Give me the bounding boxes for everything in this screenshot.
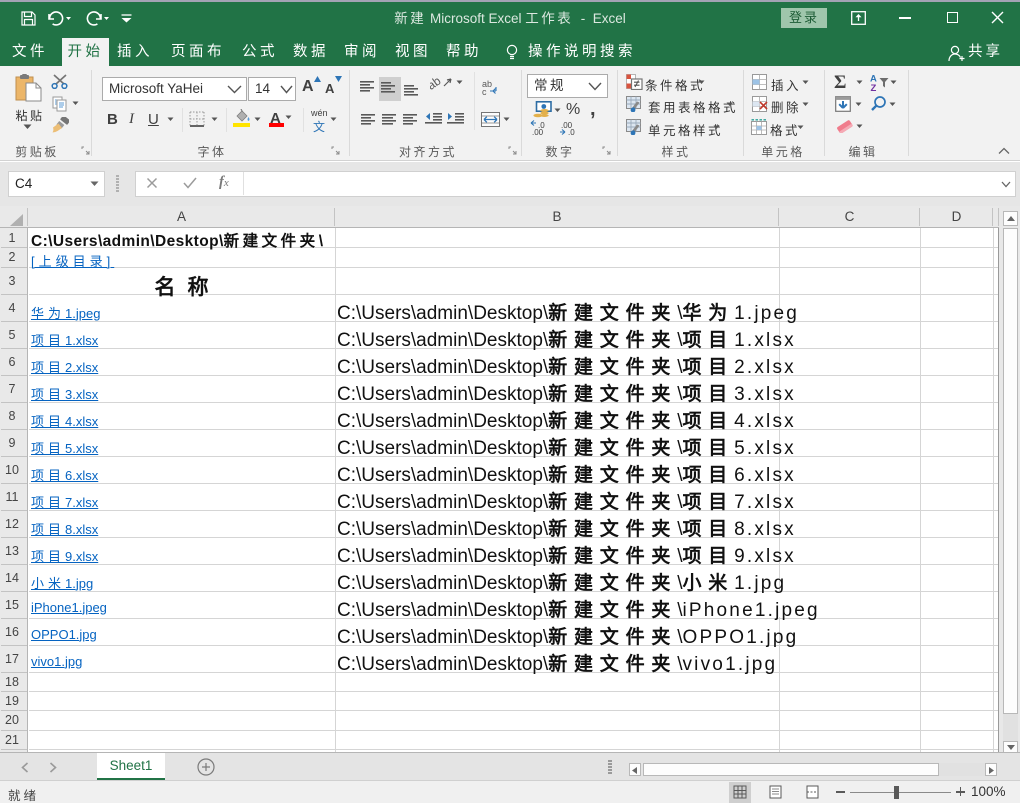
- svg-text:ab: ab: [430, 74, 444, 92]
- svg-text:c: c: [482, 87, 487, 95]
- svg-text:.00: .00: [532, 128, 544, 135]
- svg-text:.0: .0: [568, 128, 575, 135]
- svg-text:Z: Z: [871, 83, 877, 91]
